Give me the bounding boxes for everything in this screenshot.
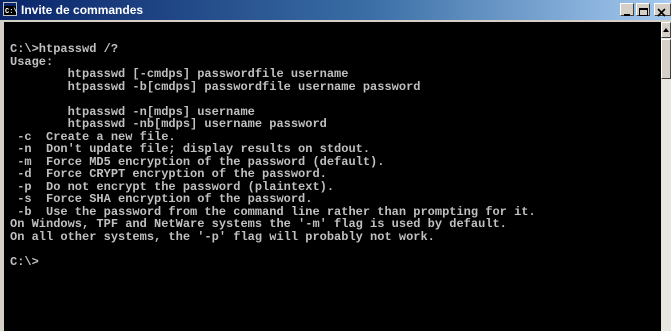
title-bar[interactable]: C:\ Invite de commandes bbox=[0, 0, 671, 20]
console-line: htpasswd [-cmdps] passwordfile username bbox=[10, 67, 349, 81]
scroll-up-button[interactable] bbox=[661, 22, 671, 38]
maximize-icon bbox=[639, 8, 648, 16]
console-line: -n Don't update file; display results on… bbox=[10, 142, 371, 156]
console-lines: C:\>htpasswd /? Usage: htpasswd [-cmdps] … bbox=[10, 43, 536, 268]
console-line: htpasswd -nb[mdps] username password bbox=[10, 117, 327, 131]
console-line: htpasswd -b[cmdps] passwordfile username… bbox=[10, 79, 421, 94]
close-icon bbox=[657, 8, 666, 17]
maximize-button[interactable] bbox=[636, 3, 650, 16]
svg-text:C:\: C:\ bbox=[5, 8, 17, 16]
close-button[interactable] bbox=[654, 3, 671, 17]
window-title: Invite de commandes bbox=[21, 3, 144, 17]
console-line: C:\> bbox=[10, 254, 39, 269]
minimize-button[interactable] bbox=[620, 3, 634, 16]
console-line: C:\>htpasswd /? bbox=[10, 42, 119, 56]
minimize-icon bbox=[624, 14, 630, 16]
console-window: C:\ Invite de commandes C:\>htpasswd /? U… bbox=[0, 0, 671, 331]
console-line: -s Force SHA encryption of the password. bbox=[10, 192, 313, 206]
scroll-thumb[interactable] bbox=[661, 39, 671, 79]
console-line: On all other systems, the '-p' flag will… bbox=[10, 229, 435, 244]
vertical-scrollbar[interactable] bbox=[661, 22, 671, 331]
arrow-up-icon bbox=[663, 28, 669, 32]
cmd-icon[interactable]: C:\ bbox=[3, 2, 17, 16]
console-line: On Windows, TPF and NetWare systems the … bbox=[10, 217, 507, 231]
console-line: -d Force CRYPT encryption of the passwor… bbox=[10, 167, 327, 181]
console-output-area[interactable]: C:\>htpasswd /? Usage: htpasswd [-cmdps] … bbox=[4, 22, 661, 331]
